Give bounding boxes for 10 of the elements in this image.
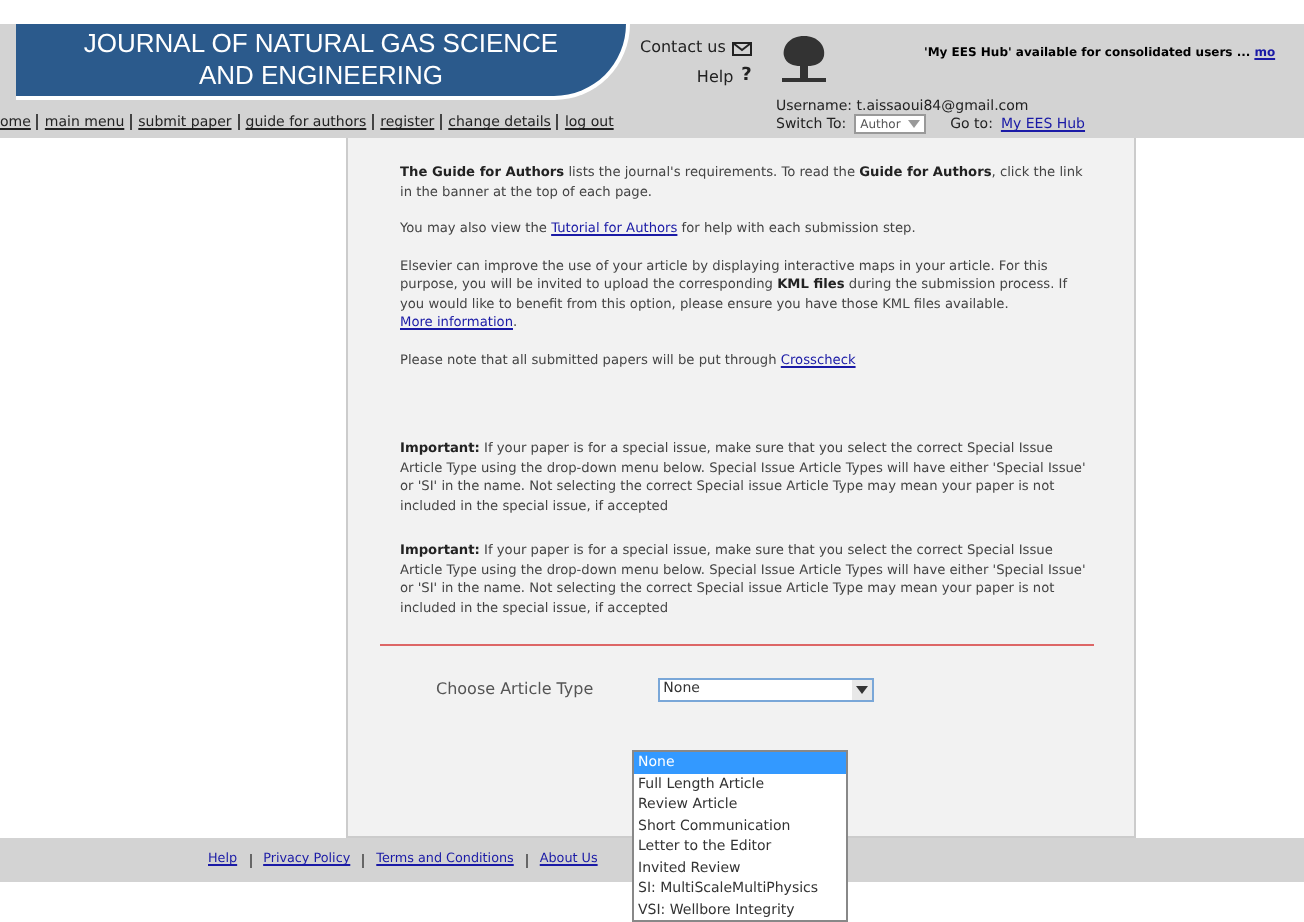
contact-link[interactable]: Contact us bbox=[640, 36, 726, 60]
tree-logo-icon bbox=[778, 32, 830, 84]
help-link[interactable]: Help bbox=[696, 65, 734, 90]
caret-icon bbox=[908, 120, 921, 129]
journal-title: JOURNAL OF NATURAL GAS SCIENCE bbox=[83, 28, 559, 60]
mail-icon bbox=[731, 41, 752, 55]
journal-title: AND ENGINEERING bbox=[198, 60, 444, 92]
field-label: Choose Article Type bbox=[436, 680, 594, 700]
caret-icon bbox=[855, 686, 868, 694]
question-icon: ? bbox=[741, 64, 752, 91]
